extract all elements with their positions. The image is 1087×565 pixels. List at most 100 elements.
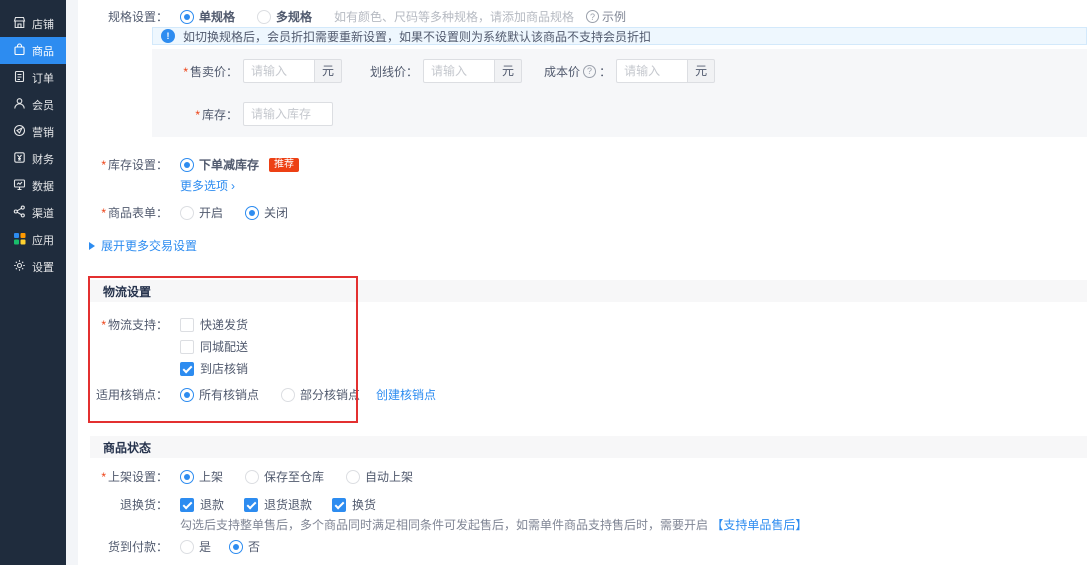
- member-icon: [13, 97, 26, 113]
- sidebar-item-label: 数据: [32, 180, 54, 193]
- alert-text: 如切换规格后，会员折扣需要重新设置，如果不设置则为系统默认该商品不支持会员折扣: [183, 29, 652, 44]
- checkbox-icon: [180, 497, 194, 512]
- support-single-item-aftersale-link[interactable]: 【支持单品售后】: [711, 518, 807, 532]
- stock-setting-row: * 库存设置： 下单减库存 推荐: [78, 156, 300, 173]
- spec-setting-row: 规格设置： 单规格 多规格 如有颜色、尺码等多种规格，请添加商品规格 ? 示例: [78, 8, 1087, 25]
- product-edit-screen: 店铺 商品 订单 会员 营销 财务 数据 渠道 应用 设置 规格设置： 单规格 …: [0, 0, 1087, 565]
- radio-partial-points[interactable]: 部分核销点: [281, 386, 360, 403]
- cost-price-unit: 元: [688, 59, 716, 83]
- radio-on-shelf[interactable]: 上架: [180, 468, 223, 485]
- cost-price-label: 成本价?：: [544, 64, 612, 79]
- radio-cod-yes[interactable]: 是: [180, 538, 211, 555]
- logistics-instore-row: 到店核销: [180, 360, 268, 377]
- checkbox-citywide-delivery[interactable]: 同城配送: [180, 338, 248, 355]
- cost-price-input[interactable]: [616, 59, 689, 83]
- stock-input[interactable]: [243, 102, 333, 126]
- line-price-input[interactable]: [423, 59, 496, 83]
- product-form-label: * 商品表单：: [101, 206, 168, 220]
- checkbox-return-refund[interactable]: 退货退款: [244, 496, 312, 513]
- finance-icon: [13, 151, 26, 167]
- checkbox-icon: [180, 317, 194, 332]
- radio-reduce-stock-on-order[interactable]: 下单减库存: [180, 156, 259, 173]
- logistics-support-row: * 物流支持： 快递发货: [78, 316, 268, 333]
- radio-icon: [281, 387, 296, 402]
- sidebar-item-label: 商品: [32, 45, 54, 58]
- radio-single-spec[interactable]: 单规格: [180, 8, 235, 25]
- radio-icon: [180, 157, 194, 172]
- logistics-section-header: 物流设置: [90, 280, 1087, 302]
- radio-icon: [257, 9, 272, 24]
- cost-price-group: 元: [616, 59, 716, 83]
- create-verification-point-link[interactable]: 创建核销点: [376, 386, 436, 403]
- checkbox-exchange[interactable]: 换货: [332, 496, 376, 513]
- radio-all-points[interactable]: 所有核销点: [180, 386, 259, 403]
- line-price-label: 划线价：: [370, 64, 419, 79]
- radio-icon: [180, 9, 194, 24]
- radio-icon: [245, 205, 260, 220]
- cod-label: 货到付款：: [107, 540, 168, 554]
- sidebar-scrollbar-track[interactable]: [66, 0, 78, 565]
- radio-icon: [180, 205, 194, 220]
- sidebar-item-settings[interactable]: 设置: [0, 253, 66, 280]
- sidebar-item-apps[interactable]: 应用: [0, 226, 66, 253]
- sidebar-item-label: 财务: [32, 153, 54, 166]
- radio-icon: [180, 387, 194, 402]
- sale-price-unit: 元: [315, 59, 343, 83]
- sidebar-item-label: 店铺: [32, 18, 54, 31]
- chevron-right-icon: ›: [231, 179, 236, 193]
- sidebar-item-marketing[interactable]: 营销: [0, 118, 66, 145]
- checkbox-refund[interactable]: 退款: [180, 496, 224, 513]
- sidebar-item-label: 订单: [32, 72, 54, 85]
- product-form-row: * 商品表单： 开启 关闭: [78, 204, 310, 221]
- price-stock-panel: *售卖价： 元 划线价： 元 成本价?： 元 *库: [152, 49, 1087, 137]
- sidebar-item-label: 渠道: [32, 207, 54, 220]
- radio-auto-on-shelf[interactable]: 自动上架: [346, 468, 413, 485]
- radio-multi-spec[interactable]: 多规格: [257, 8, 312, 25]
- sidebar: 店铺 商品 订单 会员 营销 财务 数据 渠道 应用 设置: [0, 0, 66, 565]
- radio-form-on[interactable]: 开启: [180, 204, 223, 221]
- goods-icon: [13, 42, 26, 59]
- returns-row: 退换货： 退款 退货退款 换货: [78, 496, 396, 513]
- spec-hint: 如有颜色、尺码等多种规格，请添加商品规格: [334, 10, 575, 24]
- sidebar-item-members[interactable]: 会员: [0, 91, 66, 118]
- main-content: 规格设置： 单规格 多规格 如有颜色、尺码等多种规格，请添加商品规格 ? 示例 …: [78, 0, 1087, 565]
- sale-price-input[interactable]: [243, 59, 315, 83]
- order-icon: [13, 70, 26, 86]
- radio-save-to-warehouse[interactable]: 保存至仓库: [245, 468, 324, 485]
- channel-icon: [13, 205, 26, 221]
- expand-more-trade-settings[interactable]: 展开更多交易设置: [89, 237, 197, 254]
- recommend-badge: 推荐: [269, 157, 300, 172]
- section-title: 物流设置: [103, 284, 152, 299]
- checkbox-instore-verification[interactable]: 到店核销: [180, 360, 248, 377]
- question-circle-icon[interactable]: ?: [586, 10, 600, 23]
- returns-label: 退换货：: [119, 498, 168, 512]
- section-title: 商品状态: [103, 440, 152, 455]
- sidebar-item-orders[interactable]: 订单: [0, 64, 66, 91]
- sidebar-item-data[interactable]: 数据: [0, 172, 66, 199]
- radio-cod-no[interactable]: 否: [229, 538, 260, 555]
- logistics-citywide-row: 同城配送: [180, 338, 268, 355]
- sidebar-item-goods[interactable]: 商品: [0, 37, 66, 64]
- sidebar-item-finance[interactable]: 财务: [0, 145, 66, 172]
- radio-form-off[interactable]: 关闭: [245, 204, 288, 221]
- spec-setting-label: 规格设置：: [107, 10, 168, 24]
- question-circle-icon[interactable]: ?: [583, 64, 597, 78]
- returns-help-text: 勾选后支持整单售后，多个商品同时满足相同条件可发起售后，如需单件商品支持售后时，…: [180, 518, 808, 532]
- more-options-link[interactable]: 更多选项 ›: [180, 177, 235, 194]
- sidebar-item-label: 设置: [32, 261, 54, 274]
- checkbox-icon: [180, 339, 194, 354]
- shelf-setting-row: * 上架设置： 上架 保存至仓库 自动上架: [78, 468, 435, 485]
- example-link[interactable]: 示例: [602, 8, 626, 25]
- info-circle-icon: !: [161, 29, 175, 43]
- gear-icon: [13, 259, 26, 275]
- sale-price-group: 元: [243, 59, 343, 83]
- radio-icon: [229, 539, 244, 554]
- checkbox-express-delivery[interactable]: 快递发货: [180, 316, 248, 333]
- line-price-unit: 元: [495, 59, 523, 83]
- sidebar-item-shop[interactable]: 店铺: [0, 10, 66, 37]
- radio-icon: [346, 469, 361, 484]
- checkbox-icon: [332, 497, 347, 512]
- radio-icon: [245, 469, 260, 484]
- checkbox-icon: [244, 497, 259, 512]
- sidebar-item-channels[interactable]: 渠道: [0, 199, 66, 226]
